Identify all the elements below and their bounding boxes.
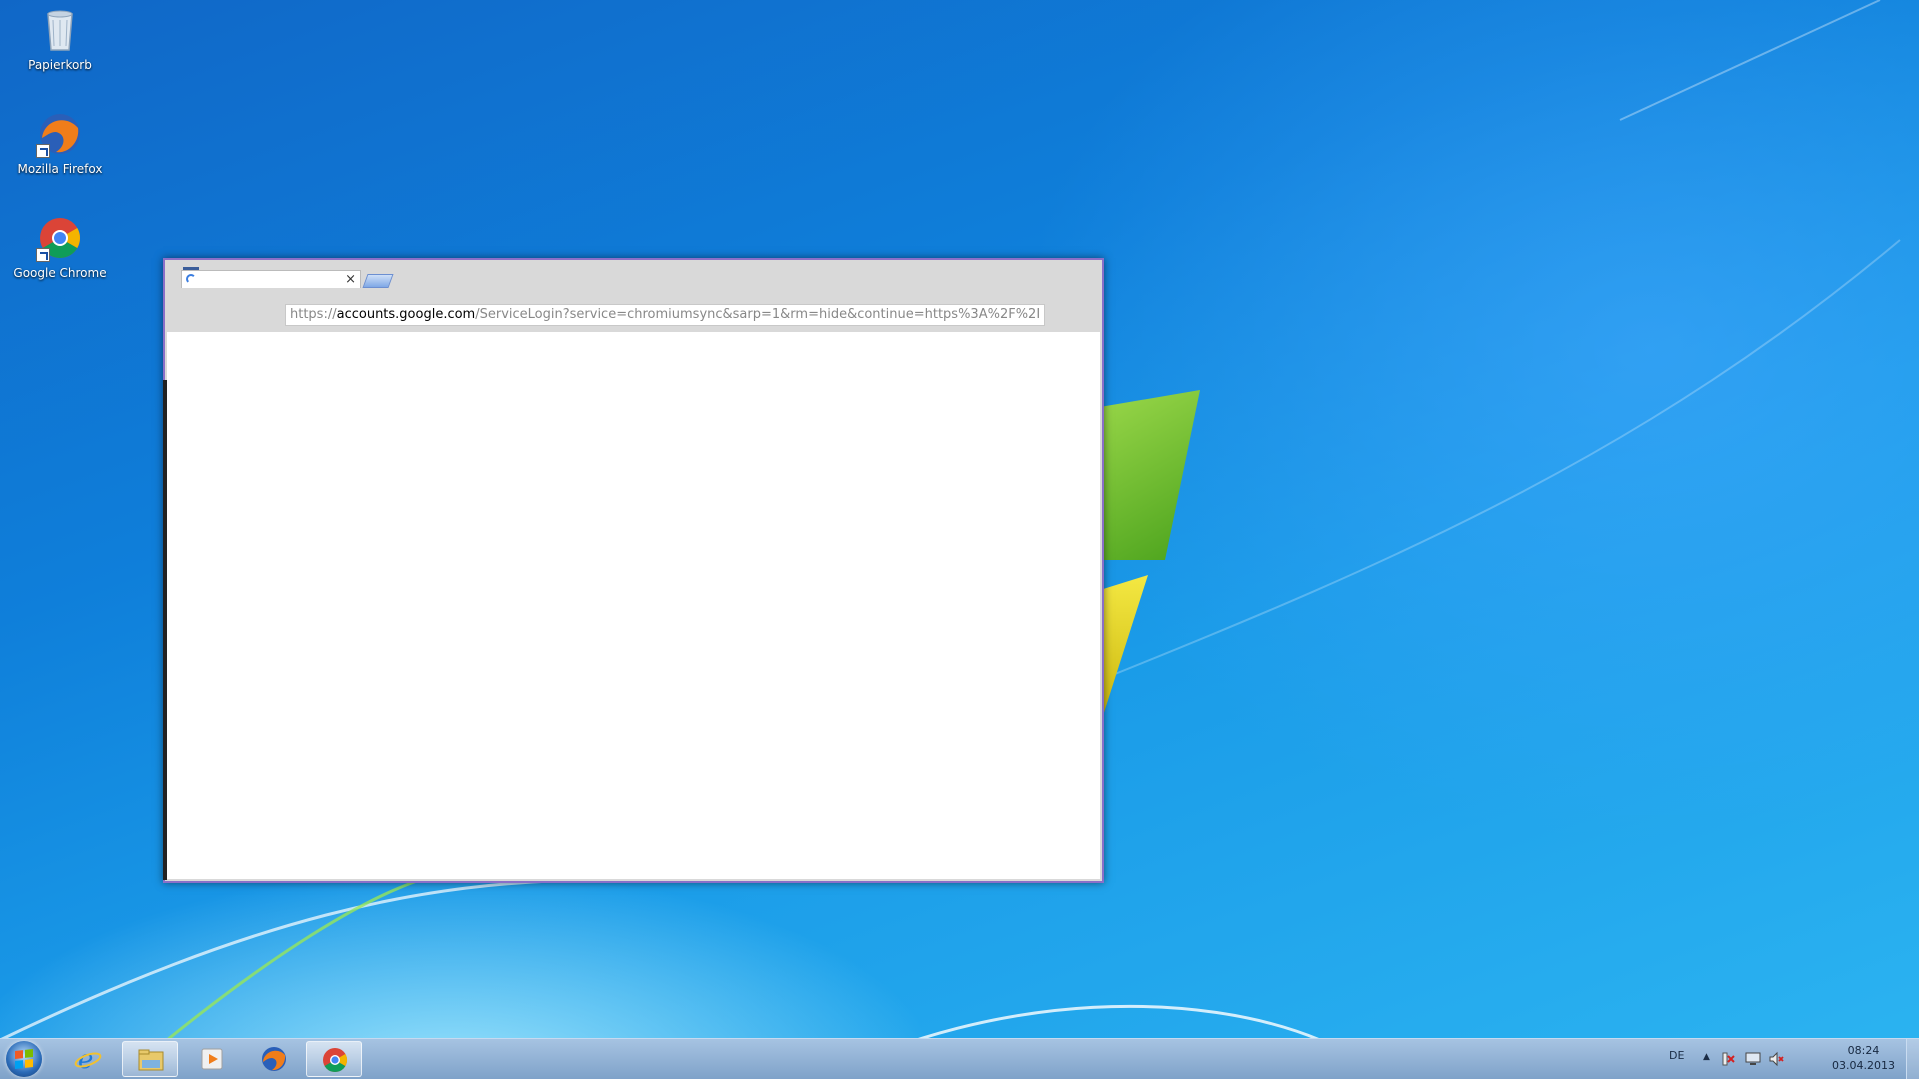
loading-spinner-icon [186, 274, 196, 284]
start-button[interactable] [6, 1041, 42, 1077]
chrome-icon [323, 1048, 348, 1073]
media-player-icon [201, 1048, 223, 1070]
folder-icon [138, 1049, 164, 1071]
recycle-bin-icon [36, 6, 84, 54]
clock-date: 03.04.2013 [1832, 1059, 1895, 1072]
taskbar: e DE ▲ 08:24 03.04.2013 [0, 1038, 1919, 1079]
chrome-icon [36, 214, 84, 262]
desktop-icon-chrome[interactable]: Google Chrome [12, 214, 108, 280]
firefox-icon [262, 1047, 286, 1071]
show-desktop-button[interactable] [1906, 1039, 1919, 1079]
desktop: { "desktop": { "icons": [ {"label": "Pap… [0, 0, 1919, 1079]
url-host: accounts.google.com [336, 307, 476, 322]
windows-logo-yellow [1100, 575, 1148, 725]
page-content[interactable] [167, 332, 1100, 879]
taskbar-media-player[interactable] [184, 1041, 240, 1077]
shortcut-arrow-icon [36, 144, 50, 158]
url-scheme: https:// [290, 307, 337, 322]
action-center-icon[interactable] [1721, 1051, 1737, 1067]
desktop-icon-recycle-bin[interactable]: Papierkorb [12, 6, 108, 72]
clock-time: 08:24 [1847, 1044, 1880, 1057]
new-tab-button[interactable] [362, 274, 394, 288]
system-tray: DE ▲ 08:24 03.04.2013 [1659, 1039, 1919, 1079]
tab-loading[interactable]: × [181, 270, 361, 288]
desktop-icon-firefox[interactable]: Mozilla Firefox [12, 110, 108, 176]
desktop-icon-label: Mozilla Firefox [17, 162, 103, 176]
taskbar-internet-explorer[interactable]: e [60, 1041, 116, 1077]
windows-logo-green [1100, 390, 1200, 560]
volume-muted-icon[interactable] [1769, 1051, 1785, 1067]
taskbar-windows-explorer[interactable] [122, 1041, 178, 1077]
shortcut-arrow-icon [36, 248, 50, 262]
toolbar: https://accounts.google.com/ServiceLogin… [165, 296, 1102, 332]
tray-overflow-button[interactable]: ▲ [1703, 1052, 1710, 1062]
windows-logo-icon [15, 1049, 33, 1069]
desktop-icon-label: Papierkorb [28, 58, 92, 72]
taskbar-chrome[interactable] [306, 1041, 362, 1077]
tab-strip: × [165, 260, 1102, 296]
address-bar[interactable]: https://accounts.google.com/ServiceLogin… [285, 304, 1045, 326]
url-path: /ServiceLogin?service=chromiumsync&sarp=… [475, 307, 1041, 322]
clock[interactable]: 08:24 03.04.2013 [1832, 1043, 1895, 1073]
desktop-icon-label: Google Chrome [13, 266, 107, 280]
internet-explorer-icon: e [74, 1045, 102, 1073]
browser-window[interactable]: × https://accounts.google.com/ServiceLog… [163, 258, 1104, 883]
language-indicator[interactable]: DE [1669, 1049, 1684, 1062]
network-icon[interactable] [1745, 1051, 1761, 1067]
tab-close-button[interactable]: × [345, 271, 356, 289]
taskbar-firefox[interactable] [246, 1041, 302, 1077]
firefox-icon [36, 110, 84, 158]
